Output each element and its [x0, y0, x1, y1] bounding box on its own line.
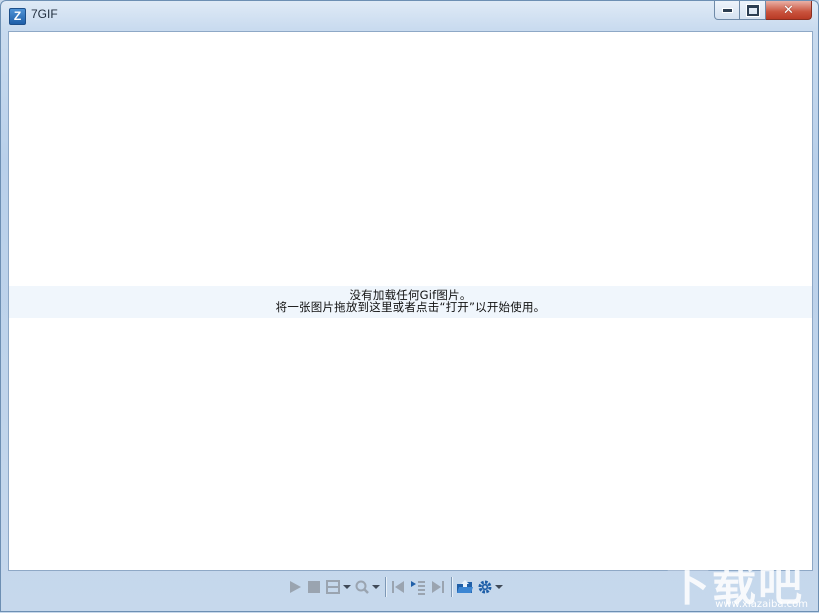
minimize-icon — [721, 7, 733, 13]
next-frame-button[interactable] — [409, 577, 427, 597]
maximize-button[interactable] — [740, 1, 766, 20]
toolbar-separator — [385, 577, 386, 597]
watermark-url: www.xiazaiba.com — [715, 599, 808, 610]
caption-buttons: ✕ — [714, 1, 812, 21]
chevron-down-icon — [495, 585, 503, 589]
toolbar-buttons — [287, 577, 506, 597]
zoom-icon — [355, 580, 369, 594]
zoom-button[interactable] — [354, 577, 380, 597]
next-frame-icon — [411, 581, 425, 595]
first-frame-button[interactable] — [390, 577, 406, 597]
app-icon[interactable]: Z — [9, 8, 26, 25]
app-window: Z 7GIF ✕ 没有加载任何Gif图片。 将一张图片拖放到这里或者点击“打开”… — [0, 0, 819, 612]
frame-view-button[interactable] — [325, 577, 351, 597]
last-frame-button[interactable] — [430, 577, 446, 597]
image-canvas[interactable]: 没有加载任何Gif图片。 将一张图片拖放到这里或者点击“打开”以开始使用。 — [8, 31, 813, 571]
frame-view-icon — [326, 580, 340, 594]
window-title: 7GIF — [31, 7, 58, 21]
open-folder-icon — [457, 580, 473, 593]
maximize-icon — [746, 4, 759, 16]
play-icon — [290, 581, 301, 593]
minimize-button[interactable] — [714, 1, 740, 20]
first-frame-icon — [392, 581, 404, 593]
chevron-down-icon — [372, 585, 380, 589]
toolbar-separator — [451, 577, 452, 597]
settings-gear-icon — [478, 580, 492, 594]
open-button[interactable] — [456, 577, 474, 597]
close-button[interactable]: ✕ — [766, 1, 812, 20]
close-icon: ✕ — [783, 2, 794, 18]
settings-button[interactable] — [477, 577, 503, 597]
stop-button[interactable] — [306, 577, 322, 597]
chevron-down-icon — [343, 585, 351, 589]
last-frame-icon — [432, 581, 444, 593]
empty-message-line2: 将一张图片拖放到这里或者点击“打开”以开始使用。 — [275, 300, 546, 314]
play-button[interactable] — [287, 577, 303, 597]
title-bar[interactable]: Z 7GIF ✕ — [1, 1, 818, 29]
stop-icon — [308, 581, 320, 593]
